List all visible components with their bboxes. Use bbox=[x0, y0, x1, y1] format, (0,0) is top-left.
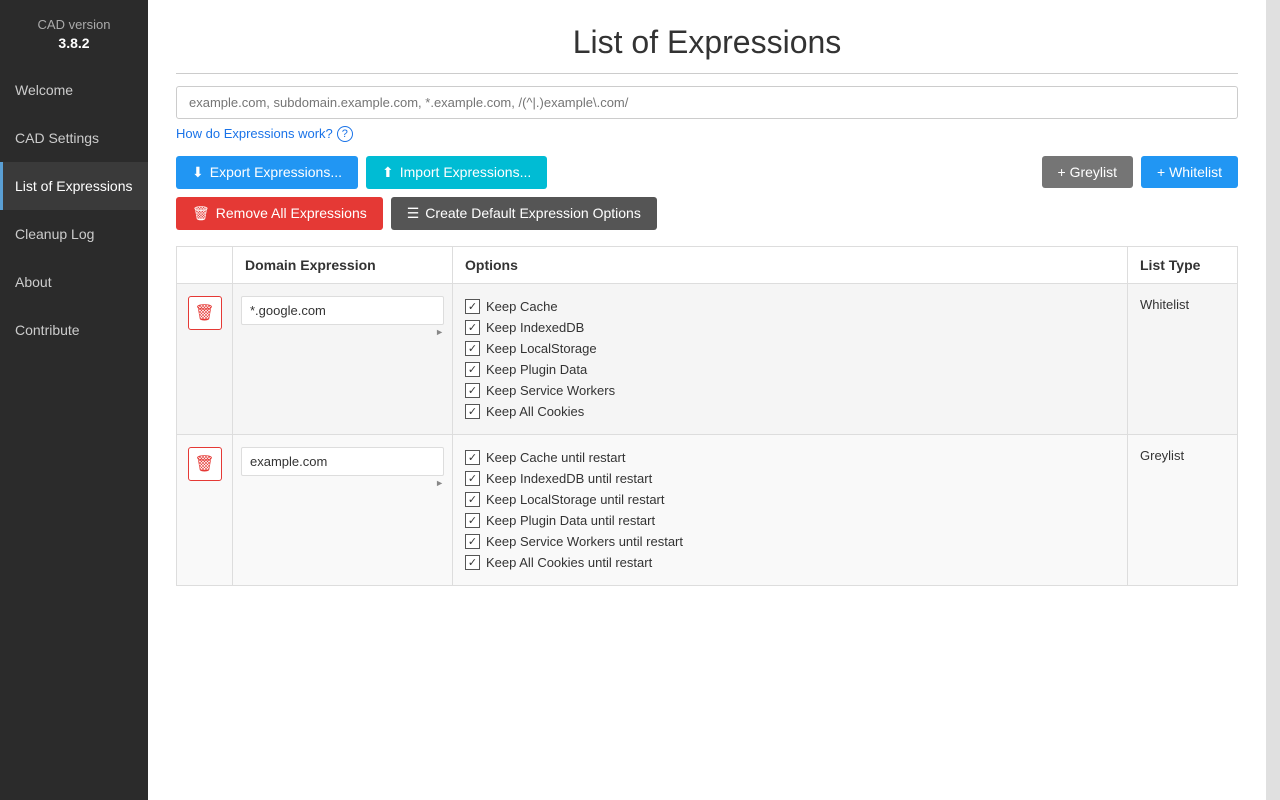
table-row: 🗑 Keep Cache Keep IndexedDB Keep LocalStora… bbox=[177, 283, 1238, 434]
domain-input[interactable] bbox=[241, 447, 444, 476]
expressions-table: Domain Expression Options List Type 🗑 Kee… bbox=[176, 246, 1238, 586]
version-label: CAD version bbox=[38, 17, 111, 32]
option-label: Keep Plugin Data bbox=[486, 362, 587, 377]
domain-cell bbox=[233, 283, 453, 434]
option-label: Keep All Cookies until restart bbox=[486, 555, 652, 570]
option-row: Keep Service Workers bbox=[465, 380, 1115, 401]
remove-all-button[interactable]: 🗑 Remove All Expressions bbox=[176, 197, 383, 230]
sidebar-item-welcome[interactable]: Welcome bbox=[0, 66, 148, 114]
option-checkbox[interactable] bbox=[465, 404, 480, 419]
domain-expander[interactable] bbox=[241, 476, 444, 490]
option-label: Keep LocalStorage until restart bbox=[486, 492, 665, 507]
option-row: Keep LocalStorage until restart bbox=[465, 489, 1115, 510]
option-row: Keep Service Workers until restart bbox=[465, 531, 1115, 552]
option-row: Keep All Cookies until restart bbox=[465, 552, 1115, 573]
option-checkbox[interactable] bbox=[465, 383, 480, 398]
list-type-cell: Greylist bbox=[1128, 434, 1238, 585]
import-button[interactable]: ⬆ Import Expressions... bbox=[366, 156, 547, 189]
list-type-badge: Whitelist bbox=[1140, 297, 1189, 312]
option-label: Keep LocalStorage bbox=[486, 341, 597, 356]
list-icon: ☰ bbox=[407, 205, 420, 222]
col-header-action bbox=[177, 246, 233, 283]
option-label: Keep Service Workers bbox=[486, 383, 615, 398]
delete-expression-button[interactable]: 🗑 bbox=[188, 447, 222, 481]
list-type-badge: Greylist bbox=[1140, 448, 1184, 463]
option-label: Keep Plugin Data until restart bbox=[486, 513, 655, 528]
sidebar: CAD version 3.8.2 Welcome CAD Settings L… bbox=[0, 0, 148, 800]
help-icon: ? bbox=[337, 126, 353, 142]
greylist-button[interactable]: + Greylist bbox=[1042, 156, 1134, 188]
option-label: Keep IndexedDB bbox=[486, 320, 584, 335]
option-checkbox[interactable] bbox=[465, 555, 480, 570]
option-label: Keep IndexedDB until restart bbox=[486, 471, 652, 486]
option-row: Keep All Cookies bbox=[465, 401, 1115, 422]
option-checkbox[interactable] bbox=[465, 534, 480, 549]
sidebar-item-contribute[interactable]: Contribute bbox=[0, 306, 148, 354]
domain-cell bbox=[233, 434, 453, 585]
download-icon: ⬇ bbox=[192, 164, 204, 181]
sidebar-item-list-of-expressions[interactable]: List of Expressions bbox=[0, 162, 148, 210]
col-header-domain: Domain Expression bbox=[233, 246, 453, 283]
version-number: 3.8.2 bbox=[8, 34, 140, 54]
option-label: Keep Cache bbox=[486, 299, 558, 314]
sidebar-item-cleanup-log[interactable]: Cleanup Log bbox=[0, 210, 148, 258]
delete-cell: 🗑 bbox=[177, 434, 233, 585]
trash-icon: 🗑 bbox=[192, 205, 210, 222]
col-header-options: Options bbox=[453, 246, 1128, 283]
options-cell: Keep Cache Keep IndexedDB Keep LocalStorag… bbox=[453, 283, 1128, 434]
option-checkbox[interactable] bbox=[465, 492, 480, 507]
delete-expression-button[interactable]: 🗑 bbox=[188, 296, 222, 330]
how-expressions-link[interactable]: How do Expressions work? ? bbox=[176, 126, 353, 142]
option-row: Keep IndexedDB until restart bbox=[465, 468, 1115, 489]
option-row: Keep LocalStorage bbox=[465, 338, 1115, 359]
option-checkbox[interactable] bbox=[465, 471, 480, 486]
option-checkbox[interactable] bbox=[465, 299, 480, 314]
col-header-listtype: List Type bbox=[1128, 246, 1238, 283]
scrollbar-track[interactable] bbox=[1266, 0, 1280, 800]
options-cell: Keep Cache until restart Keep IndexedDB u… bbox=[453, 434, 1128, 585]
option-checkbox[interactable] bbox=[465, 320, 480, 335]
option-row: Keep Plugin Data until restart bbox=[465, 510, 1115, 531]
domain-expander[interactable] bbox=[241, 325, 444, 339]
search-input[interactable] bbox=[176, 86, 1238, 119]
domain-input[interactable] bbox=[241, 296, 444, 325]
upload-icon: ⬆ bbox=[382, 164, 394, 181]
option-checkbox[interactable] bbox=[465, 513, 480, 528]
toolbar-row-2: 🗑 Remove All Expressions ☰ Create Defaul… bbox=[176, 197, 1238, 230]
table-row: 🗑 Keep Cache until restart Keep IndexedDB … bbox=[177, 434, 1238, 585]
toolbar-row-1: ⬇ Export Expressions... ⬆ Import Express… bbox=[176, 156, 1238, 189]
option-label: Keep All Cookies bbox=[486, 404, 584, 419]
sidebar-item-about[interactable]: About bbox=[0, 258, 148, 306]
create-default-button[interactable]: ☰ Create Default Expression Options bbox=[391, 197, 657, 230]
option-row: Keep Cache bbox=[465, 296, 1115, 317]
page-title: List of Expressions bbox=[176, 24, 1238, 74]
sidebar-item-cad-settings[interactable]: CAD Settings bbox=[0, 114, 148, 162]
option-row: Keep Cache until restart bbox=[465, 447, 1115, 468]
whitelist-button[interactable]: + Whitelist bbox=[1141, 156, 1238, 188]
sidebar-version: CAD version 3.8.2 bbox=[0, 0, 148, 66]
option-row: Keep IndexedDB bbox=[465, 317, 1115, 338]
delete-cell: 🗑 bbox=[177, 283, 233, 434]
option-label: Keep Service Workers until restart bbox=[486, 534, 683, 549]
list-type-cell: Whitelist bbox=[1128, 283, 1238, 434]
option-row: Keep Plugin Data bbox=[465, 359, 1115, 380]
option-checkbox[interactable] bbox=[465, 362, 480, 377]
option-checkbox[interactable] bbox=[465, 341, 480, 356]
option-label: Keep Cache until restart bbox=[486, 450, 625, 465]
export-button[interactable]: ⬇ Export Expressions... bbox=[176, 156, 358, 189]
main-content: List of Expressions How do Expressions w… bbox=[148, 0, 1266, 800]
option-checkbox[interactable] bbox=[465, 450, 480, 465]
